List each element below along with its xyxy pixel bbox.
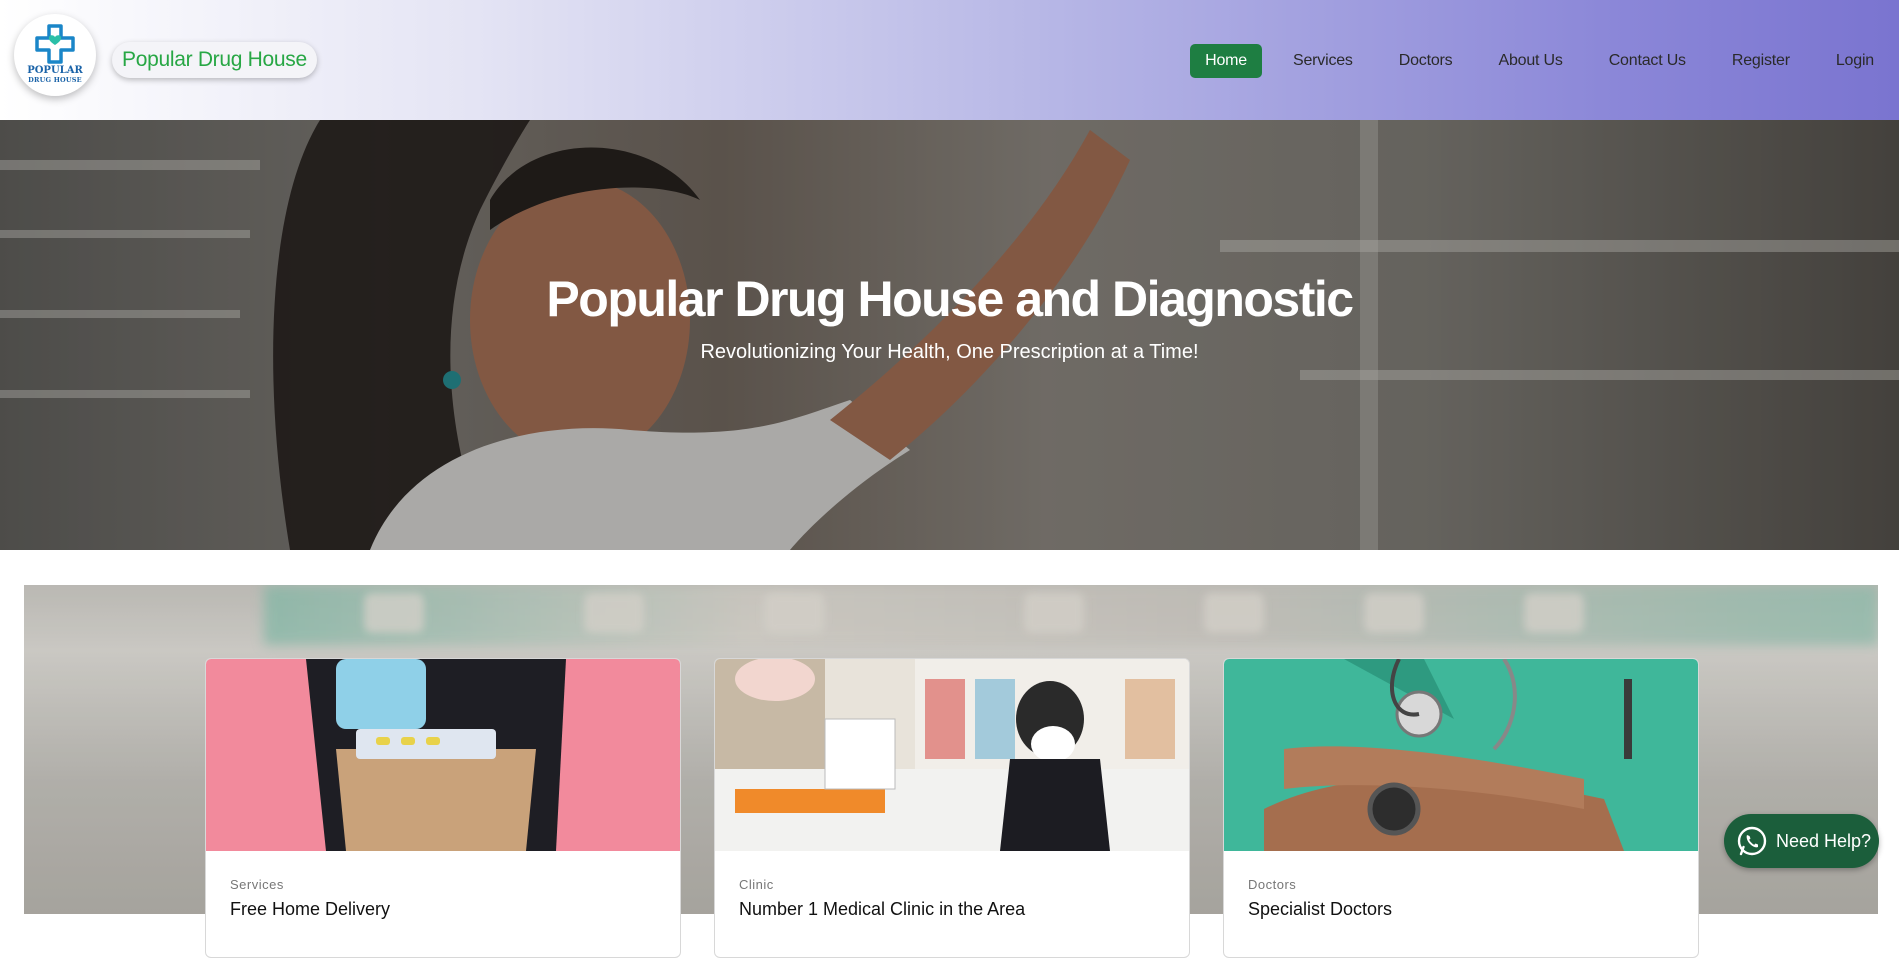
- nav-contact-link[interactable]: Contact Us: [1594, 45, 1701, 77]
- logo-text-line1: POPULAR: [27, 65, 83, 76]
- medical-cross-icon: [35, 24, 75, 64]
- nav-login-link[interactable]: Login: [1821, 45, 1889, 77]
- card-clinic[interactable]: Clinic Number 1 Medical Clinic in the Ar…: [714, 658, 1190, 958]
- delivery-image: [206, 659, 680, 851]
- nav-about-link[interactable]: About Us: [1483, 45, 1577, 77]
- nav-doctors-link[interactable]: Doctors: [1384, 45, 1468, 77]
- card-title[interactable]: Free Home Delivery: [230, 899, 390, 920]
- hero-overlay: [0, 120, 1899, 550]
- clinic-image: [715, 659, 1189, 851]
- need-help-button[interactable]: Need Help?: [1724, 814, 1879, 868]
- doctor-illustration: [1224, 659, 1698, 851]
- nav-services-link[interactable]: Services: [1278, 45, 1368, 77]
- main-nav: Home Services Doctors About Us Contact U…: [1190, 44, 1899, 78]
- site-logo[interactable]: POPULAR DRUG HOUSE: [14, 14, 96, 96]
- logo-text-line2: DRUG HOUSE: [28, 76, 82, 84]
- site-header: POPULAR DRUG HOUSE Popular Drug House Ho…: [0, 0, 1899, 120]
- hero-subtitle: Revolutionizing Your Health, One Prescri…: [700, 341, 1199, 363]
- whatsapp-icon: [1737, 826, 1767, 856]
- brand-name[interactable]: Popular Drug House: [112, 42, 317, 78]
- card-category: Services: [230, 877, 284, 892]
- delivery-illustration: [206, 659, 680, 851]
- card-doctors[interactable]: Doctors Specialist Doctors: [1223, 658, 1699, 958]
- card-title[interactable]: Number 1 Medical Clinic in the Area: [739, 899, 1025, 920]
- hero-banner: Popular Drug House and Diagnostic Revolu…: [0, 120, 1899, 550]
- nav-home-link[interactable]: Home: [1190, 44, 1262, 78]
- nav-register-link[interactable]: Register: [1717, 45, 1805, 77]
- card-title[interactable]: Specialist Doctors: [1248, 899, 1392, 920]
- doctor-image: [1224, 659, 1698, 851]
- card-services[interactable]: Services Free Home Delivery: [205, 658, 681, 958]
- need-help-label: Need Help?: [1776, 830, 1872, 851]
- hero-title: Popular Drug House and Diagnostic: [546, 271, 1354, 327]
- card-category: Doctors: [1248, 877, 1297, 892]
- clinic-illustration: [715, 659, 1189, 851]
- card-category: Clinic: [739, 877, 774, 892]
